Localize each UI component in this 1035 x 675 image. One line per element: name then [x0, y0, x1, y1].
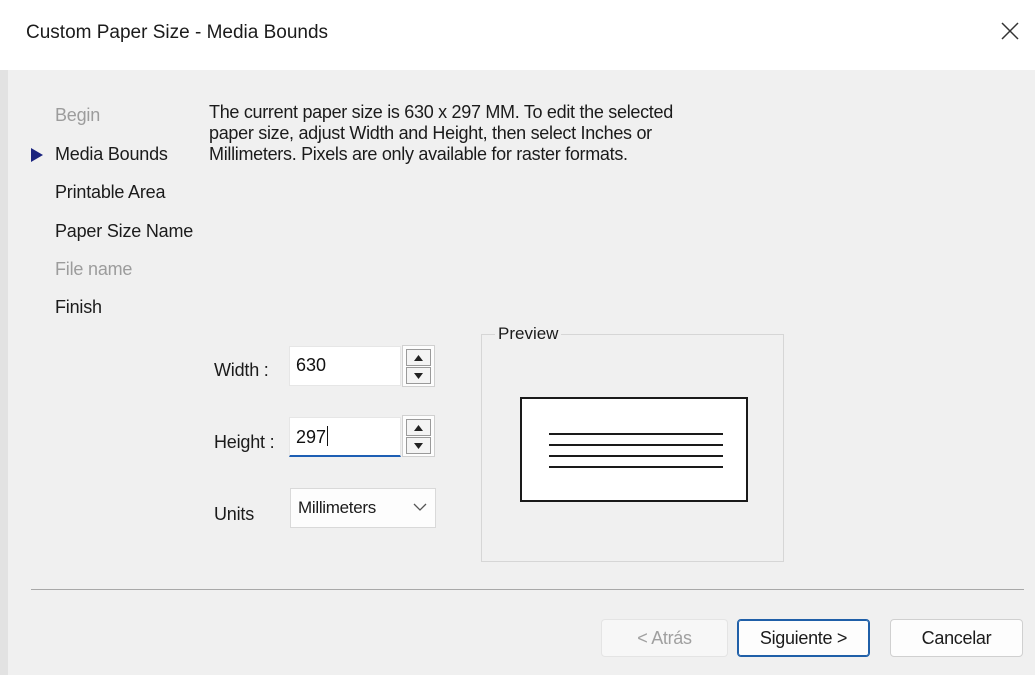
step-file-name: File name — [55, 259, 133, 279]
description-line: paper size, adjust Width and Height, the… — [209, 123, 652, 143]
separator — [31, 589, 1024, 590]
width-input[interactable]: 630 — [289, 346, 401, 386]
width-decrement-button[interactable] — [406, 367, 431, 384]
arrow-up-icon — [414, 354, 423, 361]
height-decrement-button[interactable] — [406, 437, 431, 454]
height-increment-button[interactable] — [406, 419, 431, 436]
width-increment-button[interactable] — [406, 349, 431, 366]
units-select[interactable]: Millimeters — [290, 488, 436, 528]
width-spinner — [402, 345, 435, 387]
cancel-button[interactable]: Cancelar — [890, 619, 1023, 657]
step-begin: Begin — [55, 105, 101, 125]
left-edge — [0, 70, 8, 675]
preview-group: Preview — [481, 324, 784, 562]
height-value: 297 — [296, 427, 327, 447]
title-bar: Custom Paper Size - Media Bounds — [0, 0, 1035, 70]
step-paper-size-name[interactable]: Paper Size Name — [55, 221, 193, 242]
arrow-down-icon — [414, 372, 423, 379]
preview-line — [549, 466, 723, 468]
height-spinner — [402, 415, 435, 457]
window-title: Custom Paper Size - Media Bounds — [26, 22, 329, 43]
next-button[interactable]: Siguiente > — [737, 619, 870, 657]
preview-line — [549, 433, 723, 435]
arrow-up-icon — [414, 424, 423, 431]
preview-label: Preview — [495, 324, 562, 344]
step-finish[interactable]: Finish — [55, 297, 102, 318]
step-media-bounds[interactable]: Media Bounds — [55, 144, 168, 165]
current-step-arrow-icon — [31, 148, 43, 162]
step-printable-area[interactable]: Printable Area — [55, 182, 165, 203]
preview-line — [549, 444, 723, 446]
dialog-body: Begin Media Bounds Printable Area Paper … — [0, 70, 1035, 675]
arrow-down-icon — [414, 442, 423, 449]
width-label: Width : — [214, 360, 269, 380]
preview-line — [549, 455, 723, 457]
preview-page-image — [520, 397, 748, 502]
description-line: The current paper size is 630 x 297 MM. … — [209, 102, 673, 122]
height-label: Height : — [214, 432, 275, 452]
units-selected-value: Millimeters — [298, 498, 376, 517]
back-button[interactable]: < Atrás — [601, 619, 728, 657]
height-input[interactable]: 297 — [289, 417, 401, 457]
description-text: The current paper size is 630 x 297 MM. … — [209, 102, 769, 165]
text-caret — [327, 426, 329, 446]
chevron-down-icon — [413, 503, 427, 511]
close-button[interactable] — [993, 14, 1027, 48]
units-label: Units — [214, 504, 255, 524]
close-icon — [1001, 22, 1019, 40]
width-value: 630 — [296, 355, 327, 375]
description-line: Millimeters. Pixels are only available f… — [209, 144, 628, 164]
